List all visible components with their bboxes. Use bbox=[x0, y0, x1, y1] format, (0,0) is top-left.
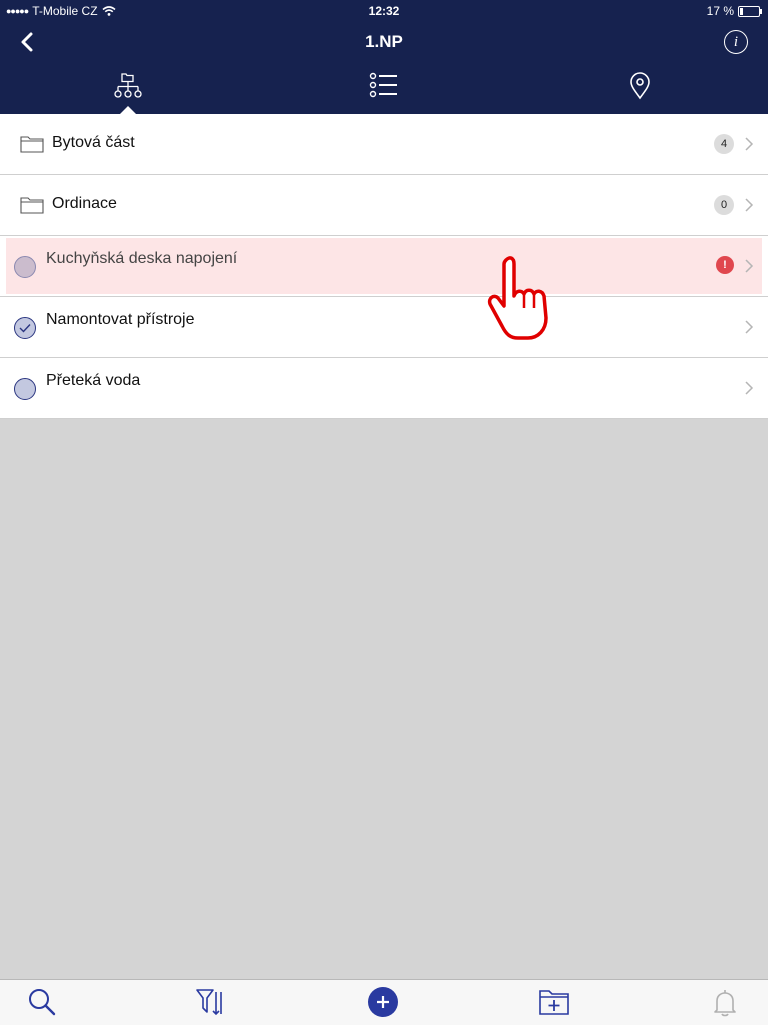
task-label: Přeteká voda bbox=[46, 372, 141, 389]
bottom-toolbar bbox=[0, 979, 768, 1025]
bell-icon[interactable] bbox=[709, 986, 741, 1018]
alert-badge: ! bbox=[716, 256, 734, 274]
chevron-right-icon bbox=[745, 259, 754, 273]
location-pin-icon bbox=[630, 72, 650, 100]
battery-icon bbox=[738, 5, 762, 17]
battery-label: 17 % bbox=[706, 4, 734, 18]
navigation-bar: 1.NP i bbox=[0, 22, 768, 114]
count-badge: 0 bbox=[714, 195, 734, 215]
hierarchy-icon bbox=[114, 73, 142, 98]
folder-row-ordinace[interactable]: Ordinace 0 bbox=[0, 175, 768, 236]
item-list: Bytová část 4 Ordinace 0 Kuchyňská deska… bbox=[0, 114, 768, 419]
filter-sort-icon[interactable] bbox=[194, 986, 226, 1018]
folder-icon bbox=[20, 197, 44, 214]
chevron-right-icon bbox=[745, 137, 754, 151]
task-row-preteka-voda[interactable]: Přeteká voda bbox=[0, 358, 768, 419]
status-time: 12:32 bbox=[368, 4, 400, 18]
tab-list[interactable] bbox=[363, 70, 403, 104]
folder-row-bytova-cast[interactable]: Bytová část 4 bbox=[0, 114, 768, 175]
chevron-right-icon bbox=[745, 198, 754, 212]
status-bar: ●●●●● T-Mobile CZ 12:32 17 % bbox=[0, 0, 768, 22]
folder-icon bbox=[20, 136, 44, 153]
count-badge: 4 bbox=[714, 134, 734, 154]
chevron-right-icon bbox=[745, 320, 754, 334]
task-row-kuchynska-deska[interactable]: Kuchyňská deska napojení ! bbox=[0, 236, 768, 297]
tab-hierarchy[interactable] bbox=[108, 70, 148, 104]
folder-label: Bytová část bbox=[52, 134, 135, 151]
page-title: 1.NP bbox=[365, 32, 403, 51]
task-row-namontovat[interactable]: Namontovat přístroje bbox=[0, 297, 768, 358]
task-label: Namontovat přístroje bbox=[46, 311, 195, 328]
task-status-circle[interactable] bbox=[14, 317, 36, 339]
info-button[interactable]: i bbox=[724, 30, 748, 54]
add-icon[interactable] bbox=[367, 986, 399, 1018]
task-status-circle[interactable] bbox=[14, 378, 36, 400]
task-label: Kuchyňská deska napojení bbox=[46, 250, 238, 267]
list-icon bbox=[369, 72, 397, 98]
folder-label: Ordinace bbox=[52, 195, 117, 212]
checkmark-icon bbox=[19, 324, 31, 333]
status-right: 17 % bbox=[706, 4, 762, 18]
chevron-right-icon bbox=[745, 381, 754, 395]
pointing-hand-icon bbox=[487, 256, 548, 340]
active-tab-indicator bbox=[120, 106, 136, 114]
tab-location[interactable] bbox=[620, 70, 660, 104]
task-status-circle[interactable] bbox=[14, 256, 36, 278]
add-folder-icon[interactable] bbox=[538, 986, 570, 1018]
search-icon[interactable] bbox=[26, 986, 58, 1018]
